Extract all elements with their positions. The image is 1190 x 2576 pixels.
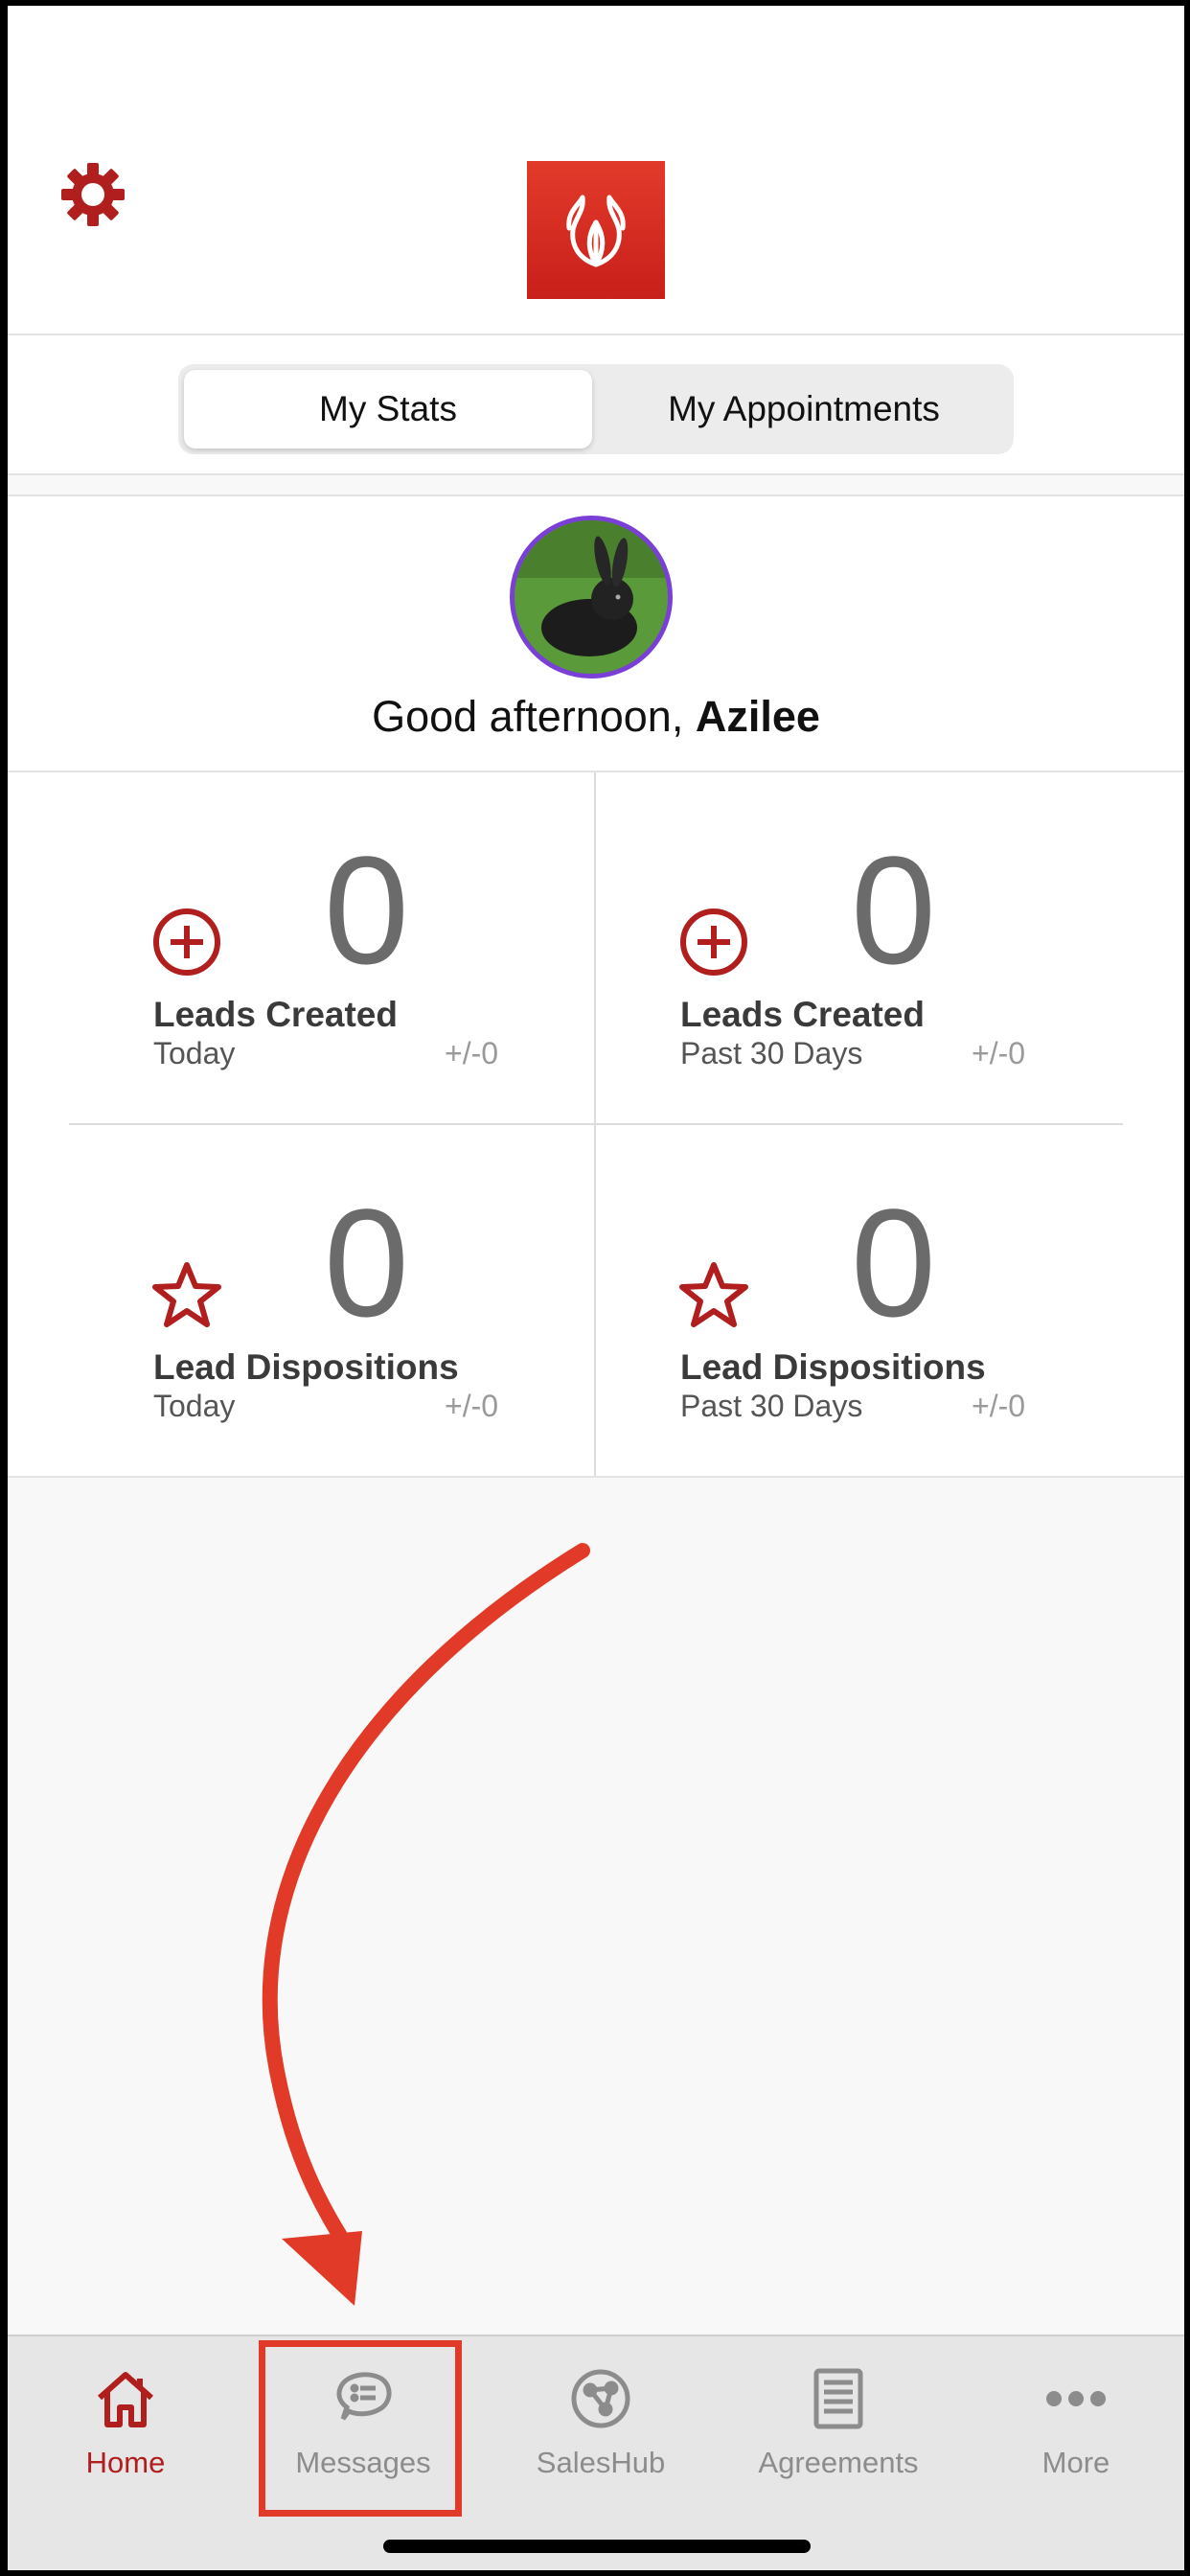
stat-title: Leads Created [153,995,398,1034]
stat-value: 0 [851,824,936,996]
app-screen: My Stats My Appointments Good afternoon,… [8,6,1184,2570]
stat-period: Today [153,1389,236,1423]
plus-circle-icon [151,907,222,978]
greeting-text: Good afternoon, Azilee [8,692,1184,742]
stat-value: 0 [851,1177,936,1348]
stat-card-dispositions-30days[interactable]: 0 Lead Dispositions Past 30 Days +/-0 [535,1125,1121,1476]
globe-network-icon [567,2365,634,2432]
avatar[interactable] [510,516,673,678]
bottom-tab-bar: Home Messages SalesHub Agreements More [8,2334,1184,2570]
segmented-control: My Stats My Appointments [178,364,1014,454]
document-list-icon [805,2365,872,2432]
stat-card-dispositions-today[interactable]: 0 Lead Dispositions Today +/-0 [8,1125,594,1476]
tab-my-appointments[interactable]: My Appointments [600,370,1008,448]
stat-card-leads-today[interactable]: 0 Leads Created Today +/-0 [8,772,594,1123]
tab-home[interactable]: Home [8,2336,243,2480]
home-indicator [383,2540,811,2553]
tab-label: SalesHub [536,2446,666,2479]
more-dots-icon [1042,2365,1110,2432]
annotation-arrow [262,1543,590,2306]
top-bar [8,6,1184,334]
stat-value: 0 [324,1177,409,1348]
tab-label: More [1041,2446,1110,2479]
tab-more[interactable]: More [958,2336,1184,2480]
stat-value: 0 [324,824,409,996]
tab-my-stats[interactable]: My Stats [184,370,592,448]
segment-bar: My Stats My Appointments [8,334,1184,475]
stat-delta: +/-0 [972,1036,1026,1070]
stat-period: Past 30 Days [680,1036,863,1070]
stat-card-leads-30days[interactable]: 0 Leads Created Past 30 Days +/-0 [535,772,1121,1123]
stat-title: Lead Dispositions [153,1347,459,1387]
gear-icon[interactable] [57,159,128,230]
stat-title: Leads Created [680,995,925,1034]
stats-grid: 0 Leads Created Today +/-0 0 Leads Creat… [8,772,1184,1478]
tab-saleshub[interactable]: SalesHub [483,2336,719,2480]
tab-label: Agreements [758,2446,919,2479]
star-icon [151,1259,222,1330]
greeting-prefix: Good afternoon, [372,692,696,741]
profile-section: Good afternoon, Azilee [8,494,1184,772]
plus-circle-icon [678,907,749,978]
home-icon [92,2365,159,2432]
stat-period: Past 30 Days [680,1389,863,1423]
user-name: Azilee [695,692,820,741]
tab-agreements[interactable]: Agreements [721,2336,956,2480]
tab-label: Home [85,2446,166,2479]
stat-title: Lead Dispositions [680,1347,986,1387]
stat-delta: +/-0 [445,1036,499,1070]
highlight-annotation [259,2340,462,2517]
stat-delta: +/-0 [972,1389,1026,1423]
stat-period: Today [153,1036,236,1070]
brand-logo-icon [527,161,665,299]
star-icon [678,1259,749,1330]
stat-delta: +/-0 [445,1389,499,1423]
